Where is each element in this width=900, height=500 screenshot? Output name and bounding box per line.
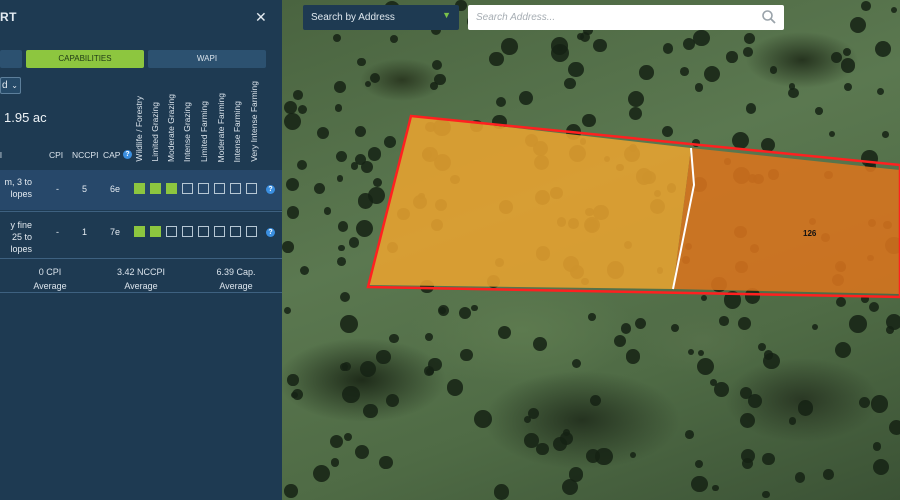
average-value: 6.39 Cap.: [216, 267, 256, 277]
view-select[interactable]: d ⌄: [0, 77, 21, 94]
address-search-type-value: Search by Address: [311, 12, 395, 23]
tab-report[interactable]: [0, 50, 22, 68]
capability-header: Moderate Farming: [216, 92, 226, 162]
map-view[interactable]: 126 Search by Address ▼ Search Address..…: [282, 0, 900, 500]
capability-box: [230, 183, 241, 194]
average-value: 0 CPI: [38, 267, 62, 277]
capability-box: [246, 226, 257, 237]
soil-nccpi: 5: [82, 184, 88, 194]
capability-header: Moderate Grazing: [166, 93, 176, 162]
info-icon[interactable]: ?: [266, 185, 275, 194]
capability-box: [214, 183, 225, 194]
parcel-section-dark[interactable]: [673, 148, 900, 294]
average-label: Average: [219, 281, 253, 291]
divider: [0, 258, 282, 259]
address-search-placeholder: Search Address...: [476, 12, 556, 23]
average-nccpi: 3.42 NCCPI Average: [105, 265, 177, 293]
capability-header: Intense Farming: [232, 100, 242, 162]
capability-box: [166, 226, 177, 237]
average-cpi: 0 CPI Average: [20, 265, 80, 293]
capability-header: Intense Grazing: [182, 101, 192, 162]
view-select-value: d: [2, 80, 8, 91]
chevron-down-icon: ⌄: [11, 81, 18, 90]
capability-box: [230, 226, 241, 237]
capability-header: Very Intense Farming: [249, 81, 259, 162]
soil-cap: 6e: [110, 184, 121, 194]
address-search-type-select[interactable]: Search by Address ▼: [303, 5, 459, 30]
capability-box: [150, 183, 161, 194]
soil-row[interactable]: y fine 25 to lopes - 1 7e ?: [0, 213, 282, 254]
divider: [0, 292, 282, 293]
column-header-cpi: CPI: [49, 150, 64, 160]
parcel-overlay[interactable]: [282, 0, 900, 500]
info-icon[interactable]: ?: [266, 228, 275, 237]
column-header-nccpi: NCCPI: [72, 150, 99, 160]
info-icon[interactable]: ?: [123, 150, 132, 159]
tab-capabilities[interactable]: CAPABILITIES: [26, 50, 144, 68]
soil-cpi: -: [56, 184, 59, 194]
capability-box: [198, 226, 209, 237]
parcel-section-light[interactable]: [368, 116, 691, 289]
soil-row[interactable]: m, 3 to lopes - 5 6e ?: [0, 170, 282, 210]
chevron-down-icon: ▼: [442, 10, 451, 20]
tab-wapi[interactable]: WAPI: [148, 50, 266, 68]
soil-cap: 7e: [110, 227, 121, 237]
close-icon[interactable]: ✕: [255, 9, 267, 26]
capability-header: Limited Farming: [199, 101, 209, 162]
soil-nccpi: 1: [82, 227, 88, 237]
capability-box: [246, 183, 257, 194]
capability-box: [134, 183, 145, 194]
search-icon[interactable]: [761, 9, 777, 25]
column-header-cap: CAP: [103, 150, 121, 160]
capability-box: [134, 226, 145, 237]
average-cap: 6.39 Cap. Average: [200, 265, 272, 293]
average-label: Average: [33, 281, 67, 291]
capability-box: [150, 226, 161, 237]
report-panel: RT ✕ CAPABILITIES WAPI d ⌄ 1.95 ac Wildl…: [0, 0, 282, 500]
tab-bar: CAPABILITIES WAPI: [0, 50, 266, 68]
soil-cpi: -: [56, 227, 59, 237]
capability-box: [198, 183, 209, 194]
capability-header: Wildlife / Forestry: [134, 96, 144, 162]
capability-box: [166, 183, 177, 194]
capability-box: [182, 226, 193, 237]
soil-description: y fine 25 to lopes: [10, 220, 32, 254]
column-header-soil: l: [0, 150, 2, 160]
capability-header: Limited Grazing: [150, 102, 160, 162]
soil-description: m, 3 to lopes: [4, 177, 32, 199]
capability-class-headers: Wildlife / Forestry Limited Grazing Mode…: [134, 72, 274, 162]
average-value: 3.42 NCCPI: [116, 267, 166, 277]
average-label: Average: [124, 281, 158, 291]
capability-box: [182, 183, 193, 194]
panel-title: RT: [0, 10, 17, 24]
address-search-input[interactable]: Search Address...: [468, 5, 784, 30]
acreage-value: 1.95 ac: [4, 110, 47, 125]
parcel-label[interactable]: 126: [803, 229, 816, 238]
capability-box: [214, 226, 225, 237]
divider: [0, 211, 282, 212]
